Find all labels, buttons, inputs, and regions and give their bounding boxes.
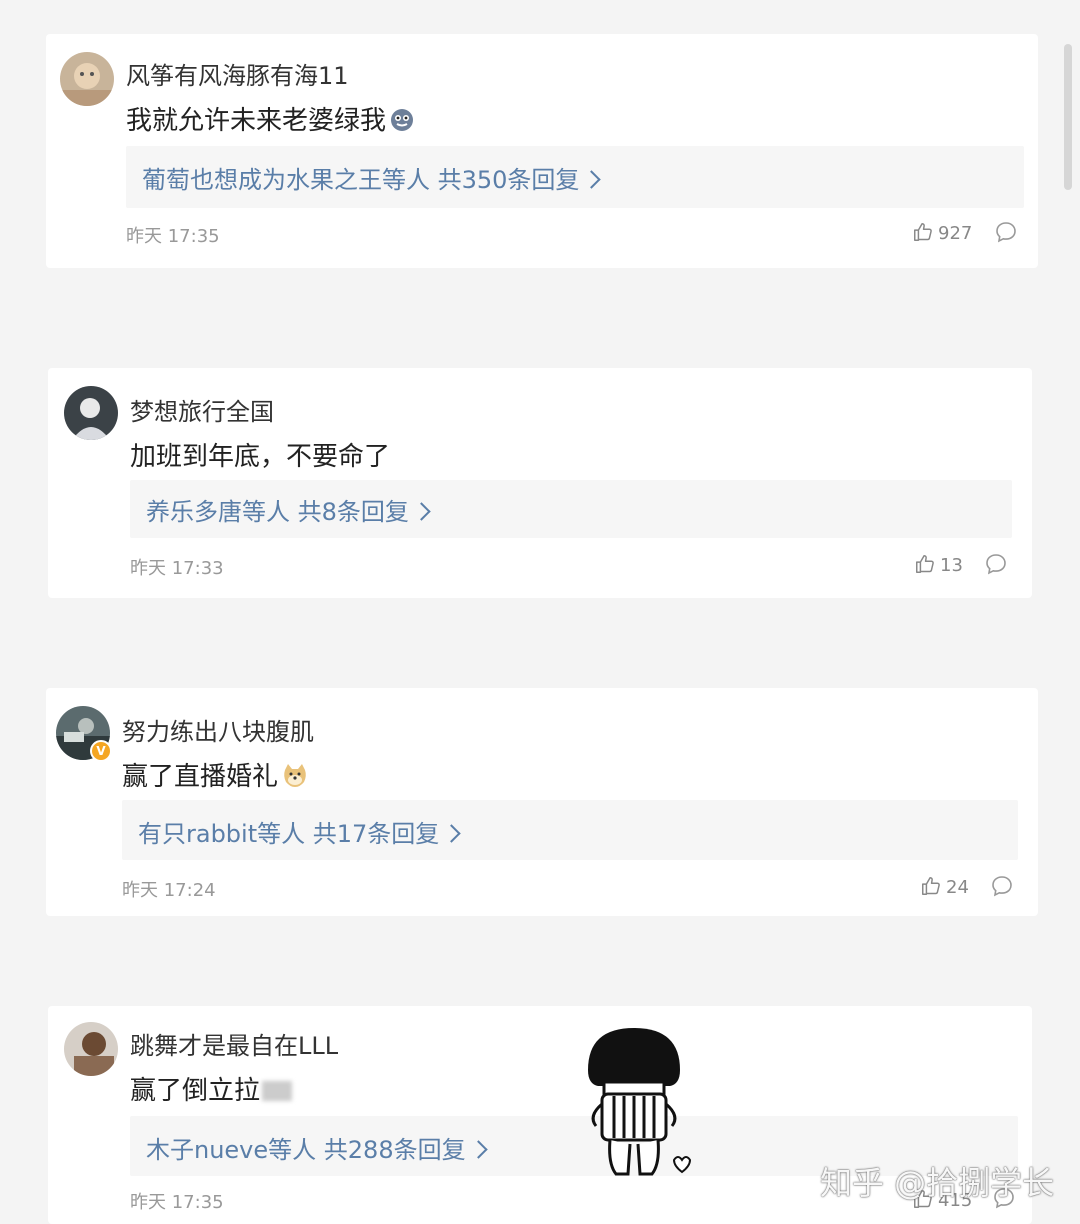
like-button[interactable]: 927 <box>912 221 972 244</box>
comment-text-content: 赢了直播婚礼 <box>122 762 279 792</box>
username[interactable]: 努力练出八块腹肌 <box>122 712 314 747</box>
replies-label: 葡萄也想成为水果之王等人 共350条回复 <box>142 166 580 194</box>
comment-text: 赢了倒立拉 <box>130 1070 293 1107</box>
timestamp: 昨天 17:33 <box>130 558 224 579</box>
like-count: 13 <box>940 555 963 576</box>
watermark: 知乎 @拾捌学长 <box>820 1164 1055 1202</box>
like-count: 927 <box>938 223 973 244</box>
verified-badge-icon: V <box>90 740 112 762</box>
comment-card: V 努力练出八块腹肌 赢了直播婚礼 有只rabbit等人 共17条回复 昨天 1… <box>46 688 1038 916</box>
cartoon-sticker-icon <box>580 1024 700 1188</box>
replies-label: 有只rabbit等人 共17条回复 <box>138 820 440 848</box>
thumbs-up-icon <box>916 555 934 573</box>
comment-bubble-icon <box>996 222 1016 243</box>
comment-text-content: 我就允许未来老婆绿我 <box>126 106 387 136</box>
view-replies-link[interactable]: 葡萄也想成为水果之王等人 共350条回复 <box>142 160 602 195</box>
avatar[interactable] <box>60 52 114 106</box>
timestamp: 昨天 17:35 <box>126 226 220 247</box>
scrollbar[interactable] <box>1064 44 1072 190</box>
chevron-right-icon <box>442 824 461 843</box>
like-count: 24 <box>946 877 969 898</box>
comment-card: 风筝有风海豚有海11 我就允许未来老婆绿我 葡萄也想成为水果之王等人 共350条… <box>46 34 1038 268</box>
comment-text: 加班到年底，不要命了 <box>130 442 391 472</box>
reply-button[interactable] <box>990 874 1014 902</box>
doge-emoji-icon <box>282 762 308 795</box>
like-button[interactable]: 24 <box>920 875 969 898</box>
comment-feed: 风筝有风海豚有海11 我就允许未来老婆绿我 葡萄也想成为水果之王等人 共350条… <box>0 0 1080 1224</box>
chevron-right-icon <box>582 170 602 189</box>
reply-button[interactable] <box>994 220 1018 248</box>
username[interactable]: 风筝有风海豚有海11 <box>126 56 349 91</box>
comment-text-content: 赢了倒立拉 <box>130 1076 261 1106</box>
comment-text: 赢了直播婚礼 <box>122 756 308 795</box>
chevron-right-icon <box>468 1140 488 1159</box>
view-replies-link[interactable]: 有只rabbit等人 共17条回复 <box>138 814 461 849</box>
like-button[interactable]: 13 <box>914 553 963 576</box>
replies-label: 木子nueve等人 共288条回复 <box>146 1136 466 1164</box>
thumbs-up-icon <box>922 877 940 895</box>
username[interactable]: 梦想旅行全国 <box>130 392 274 427</box>
view-replies-link[interactable]: 木子nueve等人 共288条回复 <box>146 1130 488 1165</box>
comment-bubble-icon <box>992 876 1012 897</box>
comment-bubble-icon <box>986 554 1006 575</box>
comment-text: 我就允许未来老婆绿我 <box>126 100 414 139</box>
timestamp: 昨天 17:24 <box>122 880 216 901</box>
replies-label: 养乐多唐等人 共8条回复 <box>146 498 409 526</box>
thumbs-up-icon <box>914 223 932 241</box>
comment-card: 梦想旅行全国 加班到年底，不要命了 养乐多唐等人 共8条回复 昨天 17:33 … <box>48 368 1032 598</box>
replies-box[interactable]: 养乐多唐等人 共8条回复 <box>130 480 1012 538</box>
face-emoji-icon <box>390 108 414 139</box>
replies-box[interactable]: 有只rabbit等人 共17条回复 <box>122 800 1018 860</box>
avatar[interactable] <box>64 386 118 440</box>
avatar[interactable] <box>64 1022 118 1076</box>
replies-box[interactable]: 葡萄也想成为水果之王等人 共350条回复 <box>126 146 1024 208</box>
view-replies-link[interactable]: 养乐多唐等人 共8条回复 <box>146 492 431 527</box>
timestamp: 昨天 17:35 <box>130 1192 224 1213</box>
chevron-right-icon <box>412 502 431 521</box>
blurred-text <box>262 1081 293 1101</box>
reply-button[interactable] <box>984 552 1008 580</box>
username[interactable]: 跳舞才是最自在LLL <box>130 1026 338 1061</box>
